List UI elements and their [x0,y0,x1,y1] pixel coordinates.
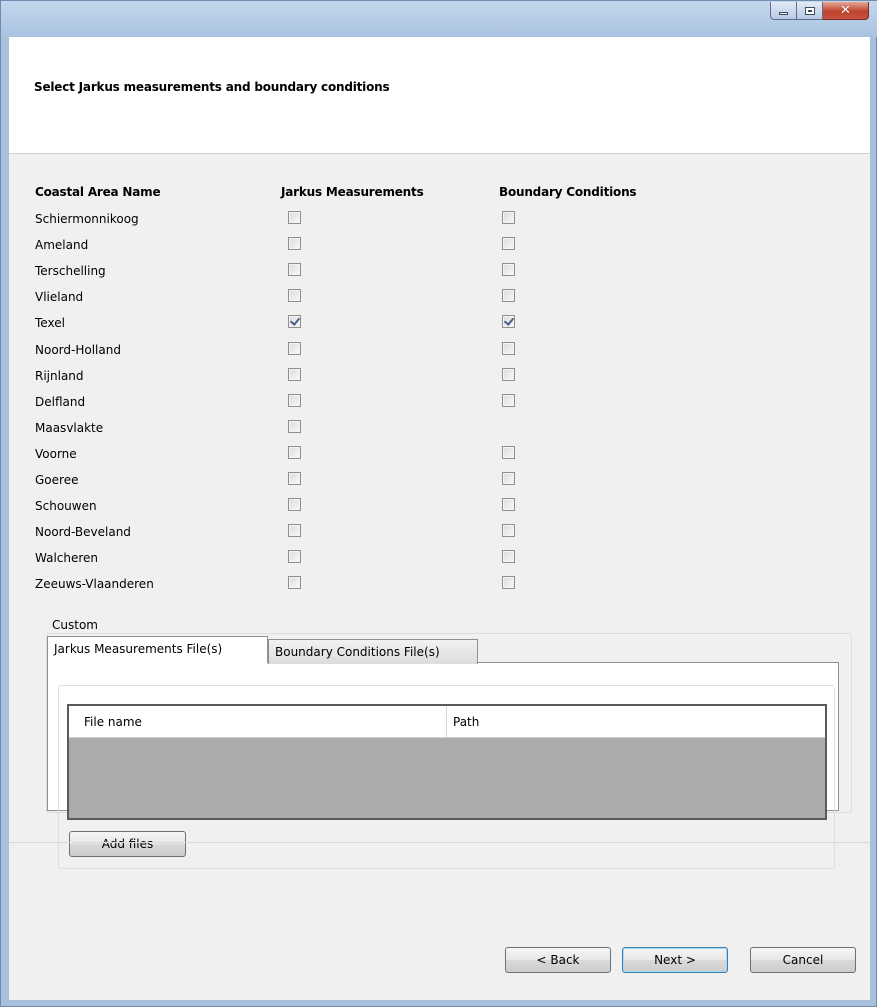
jarkus-checkbox[interactable] [288,576,301,589]
column-header-path[interactable]: Path [447,706,825,737]
column-header-area-name: Coastal Area Name [35,185,161,199]
boundary-checkbox[interactable] [502,342,515,355]
cancel-button-label: Cancel [782,953,824,967]
area-row: Texel [9,311,870,337]
maximize-button[interactable] [797,2,823,20]
maximize-icon [804,6,815,15]
area-row: Goeree [9,468,870,494]
area-row: Schiermonnikoog [9,207,870,233]
jarkus-checkbox[interactable] [288,524,301,537]
boundary-checkbox[interactable] [502,211,515,224]
area-name-label: Schouwen [35,499,97,513]
custom-group-label: Custom [50,618,100,632]
close-button[interactable]: ✕ [823,2,869,20]
area-name-label: Schiermonnikoog [35,212,139,226]
file-grid[interactable]: File name Path [67,704,827,820]
area-row: Vlieland [9,285,870,311]
jarkus-checkbox[interactable] [288,472,301,485]
area-row: Voorne [9,442,870,468]
area-name-label: Texel [35,316,65,330]
boundary-checkbox[interactable] [502,550,515,563]
jarkus-checkbox[interactable] [288,263,301,276]
area-row: Noord-Holland [9,338,870,364]
area-row: Schouwen [9,494,870,520]
next-button-label: Next > [654,953,696,967]
header-panel: Select Jarkus measurements and boundary … [9,37,870,154]
boundary-checkbox[interactable] [502,472,515,485]
jarkus-checkbox[interactable] [288,446,301,459]
jarkus-checkbox[interactable] [288,550,301,563]
area-name-label: Noord-Beveland [35,525,131,539]
area-name-label: Terschelling [35,264,106,278]
area-row: Zeeuws-Vlaanderen [9,572,870,598]
close-icon: ✕ [840,3,851,18]
area-name-label: Goeree [35,473,79,487]
jarkus-checkbox[interactable] [288,237,301,250]
area-row: Maasvlakte [9,416,870,442]
tab-jarkus-measurements-files[interactable]: Jarkus Measurements File(s) [47,636,268,663]
area-row: Terschelling [9,259,870,285]
area-name-label: Voorne [35,447,77,461]
jarkus-checkbox[interactable] [288,498,301,511]
file-grid-header: File name Path [69,706,825,738]
area-name-label: Ameland [35,238,89,252]
jarkus-checkbox[interactable] [288,315,301,328]
boundary-checkbox[interactable] [502,289,515,302]
area-name-label: Maasvlakte [35,421,104,435]
boundary-checkbox[interactable] [502,368,515,381]
area-name-label: Delfland [35,395,86,409]
column-header-file-name[interactable]: File name [69,706,447,737]
jarkus-checkbox[interactable] [288,368,301,381]
cancel-button[interactable]: Cancel [750,947,856,973]
wizard-window: ✕ Select Jarkus measurements and boundar… [0,0,877,1007]
jarkus-checkbox[interactable] [288,420,301,433]
area-name-label: Vlieland [35,290,84,304]
add-files-button[interactable]: Add files [69,831,186,857]
area-name-label: Walcheren [35,551,99,565]
column-header-jarkus: Jarkus Measurements [281,185,424,199]
area-name-label: Rijnland [35,369,84,383]
area-row: Walcheren [9,546,870,572]
boundary-checkbox[interactable] [502,524,515,537]
boundary-checkbox[interactable] [502,498,515,511]
minimize-icon [779,12,788,15]
area-row: Noord-Beveland [9,520,870,546]
area-name-label: Zeeuws-Vlaanderen [35,577,154,591]
area-row: Rijnland [9,364,870,390]
jarkus-checkbox[interactable] [288,211,301,224]
jarkus-checkbox[interactable] [288,342,301,355]
jarkus-checkbox[interactable] [288,289,301,302]
boundary-checkbox[interactable] [502,237,515,250]
title-bar: ✕ [1,1,877,37]
boundary-checkbox[interactable] [502,263,515,276]
area-name-label: Noord-Holland [35,343,121,357]
dialog-client-area: Select Jarkus measurements and boundary … [9,37,870,1000]
minimize-button[interactable] [770,2,797,20]
caption-buttons: ✕ [770,2,869,20]
boundary-checkbox[interactable] [502,576,515,589]
area-row: Delfland [9,390,870,416]
back-button-label: < Back [536,953,580,967]
boundary-checkbox[interactable] [502,446,515,459]
column-header-boundary: Boundary Conditions [499,185,637,199]
boundary-checkbox[interactable] [502,394,515,407]
footer-divider [9,842,870,843]
back-button[interactable]: < Back [505,947,611,973]
next-button[interactable]: Next > [622,947,728,973]
boundary-checkbox[interactable] [502,315,515,328]
jarkus-checkbox[interactable] [288,394,301,407]
tab-boundary-conditions-files[interactable]: Boundary Conditions File(s) [268,639,478,664]
area-row: Ameland [9,233,870,259]
page-title: Select Jarkus measurements and boundary … [34,80,390,94]
